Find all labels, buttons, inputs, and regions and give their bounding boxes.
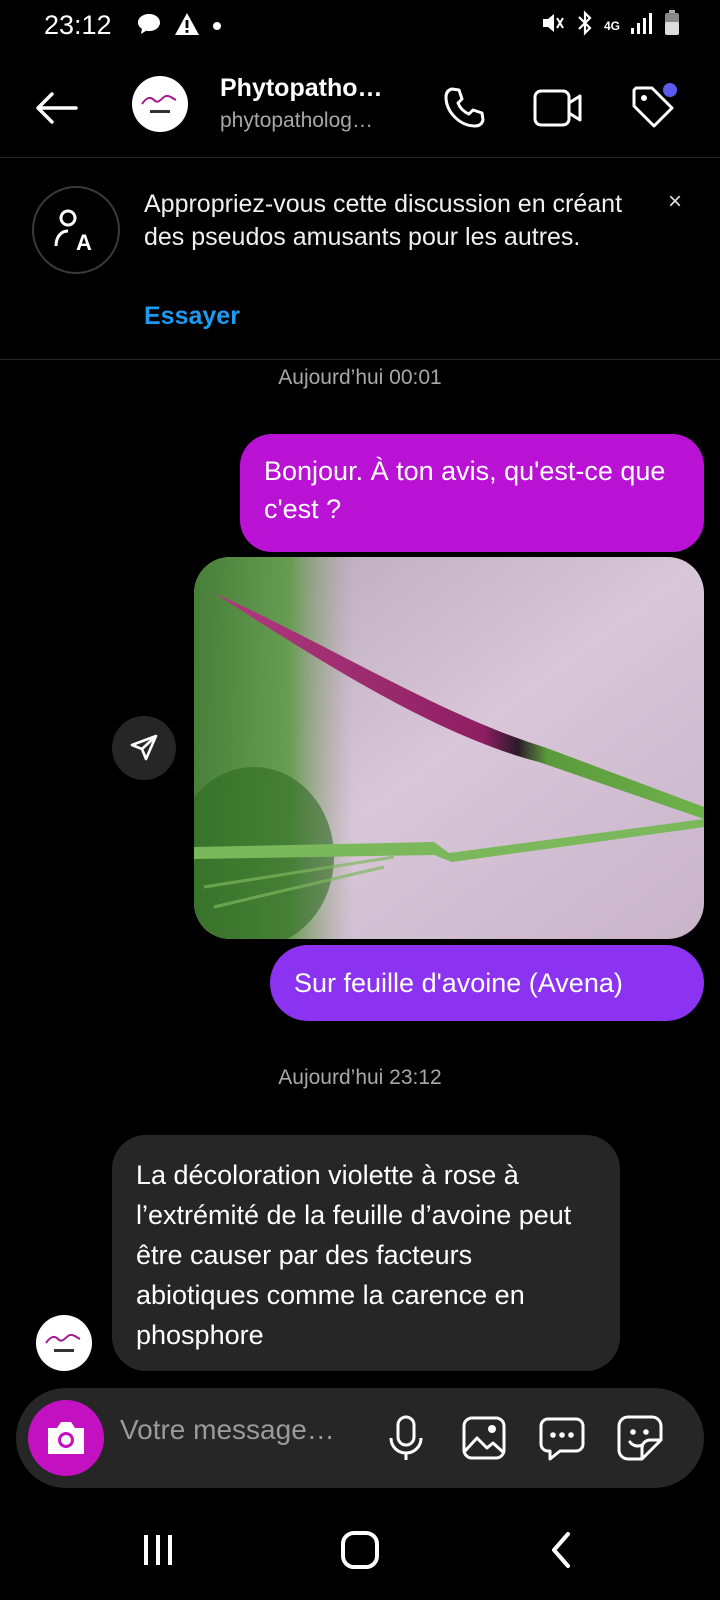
svg-text:A: A — [76, 230, 92, 254]
nav-back-button[interactable] — [522, 1518, 602, 1582]
network-type: 4G — [603, 18, 620, 33]
sent-message[interactable]: Bonjour. À ton avis, qu'est-ce que c'est… — [240, 434, 704, 552]
warning-icon — [174, 12, 200, 41]
sticker-button[interactable] — [612, 1410, 668, 1466]
nickname-icon: A — [32, 186, 120, 274]
phone-icon — [444, 87, 485, 128]
bluetooth-icon — [576, 10, 594, 41]
back-button[interactable] — [28, 80, 84, 136]
sticker-icon — [617, 1415, 663, 1461]
notification-dot — [663, 83, 677, 97]
chat-username[interactable]: phytopatholog… — [220, 109, 390, 133]
send-icon — [130, 734, 158, 761]
battery-icon — [664, 10, 680, 41]
recent-apps-button[interactable] — [118, 1518, 198, 1582]
status-bar: 23:12 4G — [0, 0, 720, 50]
mute-icon — [540, 11, 566, 40]
home-button[interactable] — [320, 1518, 400, 1582]
status-time: 23:12 — [44, 10, 112, 40]
notice-text: Appropriez-vous cette discussion en créa… — [144, 190, 623, 251]
call-button[interactable] — [434, 78, 494, 138]
tag-icon — [632, 83, 677, 128]
sent-photo[interactable] — [194, 557, 704, 939]
tag-button[interactable] — [624, 78, 684, 138]
gallery-button[interactable] — [456, 1410, 512, 1466]
back-arrow-icon — [36, 92, 78, 124]
close-button[interactable]: × — [660, 188, 690, 218]
received-message[interactable]: La décoloration violette à rose à l’extr… — [112, 1135, 620, 1371]
try-link[interactable]: Essayer — [144, 302, 240, 331]
nickname-notice: A Appropriez-vous cette discussion en cr… — [0, 160, 720, 360]
message-input[interactable]: Votre message… — [120, 1414, 370, 1446]
home-icon — [341, 1531, 379, 1569]
timestamp: Aujourd’hui 00:01 — [278, 366, 442, 389]
sender-avatar[interactable] — [36, 1315, 92, 1371]
share-button[interactable] — [112, 716, 176, 780]
sent-message[interactable]: Sur feuille d'avoine (Avena) — [270, 945, 704, 1021]
microphone-button[interactable] — [378, 1410, 434, 1466]
video-icon — [533, 89, 582, 127]
chat-options-button[interactable] — [534, 1410, 590, 1466]
recent-apps-icon — [144, 1535, 172, 1565]
chat-header: Phytopatho… phytopatholog… — [0, 58, 720, 158]
camera-icon — [48, 1422, 84, 1454]
chevron-left-icon — [552, 1532, 570, 1568]
message-composer: Votre message… — [16, 1388, 704, 1488]
microphone-icon — [389, 1415, 423, 1460]
timestamp: Aujourd’hui 23:12 — [278, 1066, 442, 1089]
chat-title[interactable]: Phytopatho… — [220, 74, 390, 103]
avatar[interactable] — [132, 76, 188, 132]
chat-bubble-icon — [136, 12, 162, 41]
camera-button[interactable] — [28, 1400, 104, 1476]
dot-icon — [212, 18, 222, 36]
system-nav-bar — [0, 1500, 720, 1600]
signal-icon — [630, 11, 654, 40]
video-call-button[interactable] — [528, 78, 588, 138]
chat-options-icon — [539, 1417, 585, 1461]
gallery-icon — [462, 1416, 506, 1460]
